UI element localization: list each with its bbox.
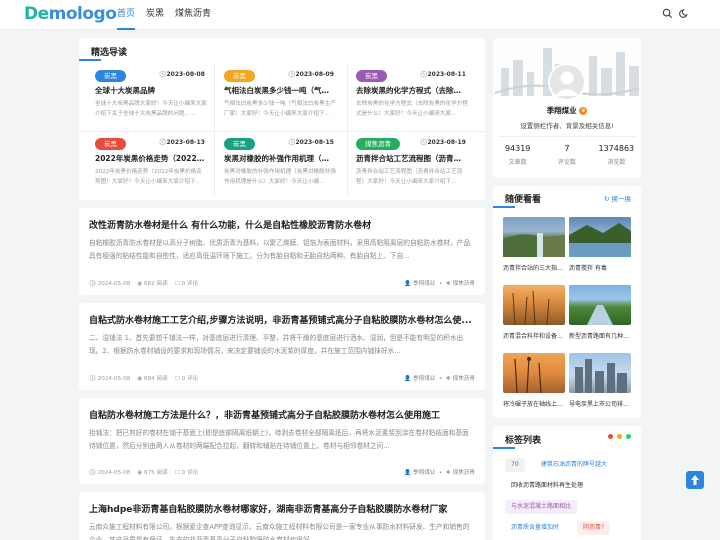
thumbnail-caption[interactable]: 将冷碾子放在轴线上（碾子和... <box>503 399 565 408</box>
tag-chip[interactable]: 回收沥青路面材料再生处理 <box>505 479 590 493</box>
featured-item-title[interactable]: 气相法白炭黑多少钱一吨（气相法白炭黑... <box>224 85 336 96</box>
post-card[interactable]: 上海hdpe非沥青基自粘胶膜防水卷材哪家好，湖南非沥青基高分子自粘胶膜防水卷材厂… <box>79 492 485 540</box>
user-icon <box>555 71 579 96</box>
featured-item[interactable]: 煤焦沥青 🕓2023-08-19 沥青拌合站工艺流程图（沥青拌合站工艺... 沥… <box>342 133 472 201</box>
featured-item-excerpt: 2022年炭黑价格走势（2022年炭黑价格走势图）大家好！今天让小编来大家介绍下… <box>95 169 202 185</box>
featured-item-title[interactable]: 沥青拌合站工艺流程图（沥青拌合站工艺... <box>356 153 468 164</box>
author-bio: 设置侧栏作者、背景及相关信息! <box>520 122 614 130</box>
post-title[interactable]: 自粘防水卷材施工方法是什么？，非沥青基预铺式高分子自粘胶膜防水卷材怎么使用施工 <box>89 408 475 421</box>
window-dots <box>608 434 631 439</box>
category-badge[interactable]: 炭黑 <box>224 70 255 82</box>
tag-list-section: 标签列表 70 建筑石油沥青的牌号越大 回收沥青路面材料再生处理 与水泥混凝土路… <box>492 426 641 540</box>
site-logo[interactable]: Demologo <box>24 4 117 24</box>
post-date: 🕓2023-08-09 <box>288 71 334 78</box>
post-excerpt: 自粘橡胶沥青防水卷材是以高分子树脂、优质沥青为基料，以聚乙烯膜、铝箔为表面材料，… <box>89 239 471 260</box>
thumbnail-caption[interactable]: 沥青混合料拌和设备（沥青混合... <box>503 331 565 340</box>
dark-mode-icon[interactable] <box>678 8 690 20</box>
category-badge[interactable]: 炭黑 <box>356 70 387 82</box>
stat-comments: 7 评论数 <box>557 144 576 166</box>
refresh-button[interactable]: ↻ 换一换 <box>604 193 631 203</box>
post-date: 🕓2023-08-13 <box>159 139 205 146</box>
author-name: 季翔煤业 ♛ <box>546 106 588 115</box>
post-meta: 🕓 2024-05-08 ◉ 662 阅读 ☐ 0 评论 <box>89 281 199 287</box>
nav-item-coal-tar-pitch[interactable]: 煤焦沥青 <box>175 0 211 30</box>
arrow-up-icon <box>691 475 699 485</box>
thumbnail-caption[interactable]: 沥青拌合站的三大指标是什么... <box>503 263 565 272</box>
featured-item[interactable]: 炭黑 🕓2023-08-11 去除炭黑的化学方程式（去除炭黑的化学... 去除炭… <box>342 65 472 133</box>
avatar[interactable] <box>548 63 586 101</box>
featured-item-excerpt: 炭黑对橡胶的补强作用机理（炭黑对橡胶补强作用机理是什么）大家好！今天让小编... <box>224 169 336 185</box>
thumbnail-caption[interactable]: 新型沥青路面有几种（新型沥... <box>569 331 631 340</box>
tag-chip[interactable]: 与水泥混凝土路面相比 <box>505 500 578 514</box>
featured-item-excerpt: 去除炭黑的化学方程式（去除炭黑的化学方程式是什么）大家好！今天让小编来大家... <box>356 101 468 117</box>
thumbnail[interactable] <box>503 285 565 326</box>
featured-item-excerpt: 沥青拌合站工艺流程图（沥青拌合站工艺流程）大家好！今天让小编来大家介绍下... <box>356 169 463 185</box>
post-meta: 🕓 2024-05-08 ◉ 684 阅读 ☐ 0 评论 <box>89 376 199 382</box>
author-card: 季翔煤业 ♛ 设置侧栏作者、背景及相关信息! 94319 文章数 7 评论数 137… <box>493 38 641 178</box>
level-badge-icon: ♛ <box>579 107 588 115</box>
post-title[interactable]: 改性沥青防水卷材是什么 有什么功能，什么是自粘性橡胶沥青防水卷材 <box>89 218 475 231</box>
nav-item-home[interactable]: 首页 <box>117 0 136 30</box>
category-badge[interactable]: 炭黑 <box>95 70 126 82</box>
tag-chip[interactable]: 阴沥青? <box>577 521 611 535</box>
thumbnail[interactable] <box>503 353 565 394</box>
post-date: 🕓2023-08-19 <box>420 139 466 146</box>
nav-item-carbon-black[interactable]: 炭黑 <box>146 0 164 30</box>
stat-views: 1374863 浏览数 <box>598 144 635 166</box>
thumbnail-caption[interactable]: 导电炭黑上市公司排名（导电... <box>569 399 631 408</box>
featured-section: 精选导读 炭黑 🕓2023-08-08 全球十大炭黑品牌 全球十大炭黑品牌大家好… <box>78 38 485 201</box>
featured-item[interactable]: 炭黑 🕓2023-08-08 全球十大炭黑品牌 全球十大炭黑品牌大家好！今天让小… <box>81 65 211 133</box>
post-author-category[interactable]: 👤 季翔煤业 • ❖ 煤焦沥青 <box>404 279 475 287</box>
post-title[interactable]: 上海hdpe非沥青基自粘胶膜防水卷材哪家好，湖南非沥青基高分子自粘胶膜防水卷材厂… <box>89 502 475 515</box>
post-title[interactable]: 自粘式防水卷材施工工艺介绍,步骤方法说明，非沥青基预铺式高分子自粘胶膜防水卷材怎… <box>89 313 475 326</box>
featured-item-title[interactable]: 2022年炭黑价格走势（2022年炭黑价格... <box>95 153 207 164</box>
post-card[interactable]: 改性沥青防水卷材是什么 有什么功能，什么是自粘性橡胶沥青防水卷材 自粘橡胶沥青防… <box>79 208 485 295</box>
featured-item-excerpt: 全球十大炭黑品牌大家好！今天让小编来大家介绍下关于全球十大炭黑品牌的问题，... <box>95 101 207 117</box>
featured-item-title[interactable]: 全球十大炭黑品牌 <box>95 85 207 96</box>
main-nav: 首页 炭黑 煤焦沥青 <box>117 0 222 30</box>
tag-chip[interactable]: 沥青质含量增加时 <box>505 521 566 535</box>
random-posts-section: 随便看看 ↻ 换一换 沥青拌合站的三大指标是什么... 沥青搅拌 有毒 沥青混合… <box>492 186 641 418</box>
featured-item-title[interactable]: 炭黑对橡胶的补强作用机理（炭黑对橡胶... <box>224 153 336 164</box>
featured-item[interactable]: 炭黑 🕓2023-08-09 气相法白炭黑多少钱一吨（气相法白炭黑... 气相法… <box>210 65 340 133</box>
featured-item-excerpt: 气相法白炭黑多少钱一吨（气相法白炭黑生产厂家）大家好！今天让小编来大家介绍下..… <box>224 101 336 117</box>
post-excerpt: 抬铺法：把已剪好的卷材在铺于基面上(即是底部隔离纸朝上)，待剥去卷材全部隔离纸后… <box>89 429 469 450</box>
thumbnail[interactable] <box>569 353 631 393</box>
featured-item[interactable]: 炭黑 🕓2023-08-13 2022年炭黑价格走势（2022年炭黑价格... … <box>81 133 211 201</box>
post-card[interactable]: 自粘式防水卷材施工工艺介绍,步骤方法说明，非沥青基预铺式高分子自粘胶膜防水卷材怎… <box>79 303 485 390</box>
stat-posts: 94319 文章数 <box>504 144 531 166</box>
category-badge[interactable]: 炭黑 <box>224 138 255 150</box>
post-card[interactable]: 自粘防水卷材施工方法是什么？，非沥青基预铺式高分子自粘胶膜防水卷材怎么使用施工 … <box>79 398 485 484</box>
tags-title: 标签列表 <box>492 433 541 449</box>
post-author-category[interactable]: 👤 季翔煤业 • ❖ 煤焦沥青 <box>404 374 475 382</box>
featured-item-title[interactable]: 去除炭黑的化学方程式（去除炭黑的化学... <box>356 85 468 96</box>
back-to-top-button[interactable] <box>686 471 704 489</box>
post-meta: 🕓 2024-05-08 ◉ 675 阅读 ☐ 0 评论 <box>89 470 199 476</box>
search-icon[interactable] <box>661 8 673 20</box>
post-date: 🕓2023-08-11 <box>420 71 466 78</box>
post-excerpt: 云南众施工程材料有限公司。根据爱企查APP查询显示，云南众施工程材料有限公司是一… <box>89 523 470 540</box>
featured-title: 精选导读 <box>78 45 127 61</box>
post-date: 🕓2023-08-15 <box>288 139 334 146</box>
tag-chip[interactable]: 建筑石油沥青的牌号越大 <box>535 458 614 472</box>
tag-chip[interactable]: 70 <box>505 458 525 472</box>
category-badge[interactable]: 煤焦沥青 <box>356 138 400 150</box>
random-title: 随便看看 <box>492 192 541 208</box>
thumbnail[interactable] <box>503 217 565 257</box>
post-author-category[interactable]: 👤 季翔煤业 • ❖ 煤焦沥青 <box>404 468 475 476</box>
post-date: 🕓2023-08-08 <box>159 71 205 78</box>
category-badge[interactable]: 炭黑 <box>95 138 126 150</box>
top-header: Demologo 首页 炭黑 煤焦沥青 <box>0 0 720 30</box>
divider <box>499 136 635 137</box>
author-stats: 94319 文章数 7 评论数 1374863 浏览数 <box>493 144 641 166</box>
post-excerpt: 二、湿铺法 1、首先要想干铺法一样，对基底层进行清理、平整，并将干燥的基底层进行… <box>89 334 464 355</box>
thumbnail-caption[interactable]: 沥青搅拌 有毒 <box>569 263 631 272</box>
thumbnail[interactable] <box>569 217 631 257</box>
thumbnail[interactable] <box>569 285 631 325</box>
featured-item[interactable]: 炭黑 🕓2023-08-15 炭黑对橡胶的补强作用机理（炭黑对橡胶... 炭黑对… <box>210 133 340 201</box>
